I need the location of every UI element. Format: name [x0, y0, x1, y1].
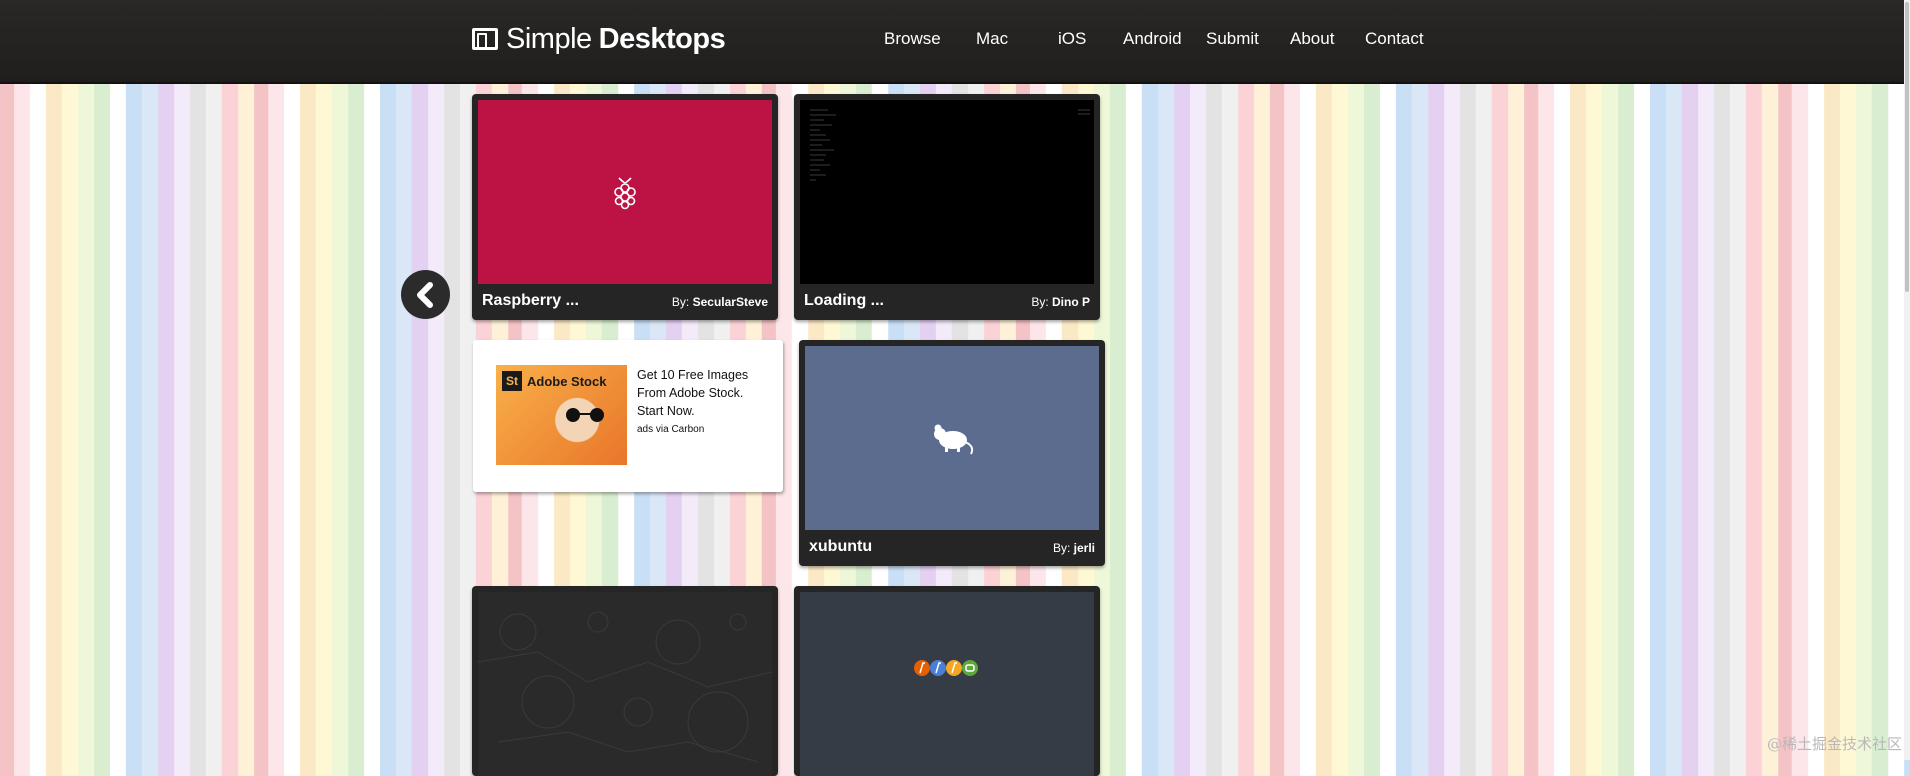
sunglasses-illustration — [566, 408, 604, 422]
author-name[interactable]: SecularSteve — [693, 295, 768, 309]
mouse-icon — [934, 424, 974, 455]
wallpaper-title[interactable]: Raspberry ... — [482, 292, 579, 310]
wallpaper-thumbnail[interactable] — [478, 100, 772, 284]
wallpaper-card[interactable] — [794, 586, 1100, 776]
author-prefix: By: — [1052, 541, 1071, 555]
wallpaper-thumbnail[interactable] — [800, 592, 1094, 776]
wallpaper-thumbnail[interactable] — [800, 100, 1094, 284]
nav-ios[interactable]: iOS — [1058, 29, 1086, 49]
raspberry-icon — [614, 177, 636, 210]
author-name[interactable]: jerli — [1074, 541, 1095, 555]
wallpaper-author[interactable]: By: jerli — [1053, 541, 1095, 555]
nav-mac[interactable]: Mac — [976, 29, 1008, 49]
terminal-text — [810, 109, 1090, 181]
nav-about[interactable]: About — [1290, 29, 1334, 49]
ad-via-carbon[interactable]: ads via Carbon — [637, 424, 704, 435]
chevron-left-icon — [416, 281, 433, 308]
author-prefix: By: — [1031, 295, 1049, 309]
logo-window-icon — [472, 28, 498, 50]
wallpaper-card[interactable]: Loading ... By: Dino P — [794, 94, 1100, 320]
nav-browse[interactable]: Browse — [884, 29, 941, 49]
adobe-stock-logo: St — [502, 371, 522, 391]
wallpaper-card[interactable]: xubuntu By: jerli — [799, 340, 1105, 566]
browser-logos — [914, 660, 978, 676]
wallpaper-author[interactable]: By: SecularSteve — [672, 295, 768, 309]
page-scrollbar[interactable] — [1904, 0, 1910, 760]
wallpaper-thumbnail[interactable] — [478, 592, 772, 776]
scrollbar-thumb[interactable] — [1905, 2, 1909, 292]
logo-text-desktops: Desktops — [598, 22, 726, 55]
astro-map-pattern — [478, 611, 772, 763]
wallpaper-title[interactable]: Loading ... — [804, 292, 884, 310]
wallpaper-thumbnail[interactable] — [805, 346, 1099, 530]
ad-text[interactable]: Get 10 Free Images From Adobe Stock. Sta… — [637, 366, 767, 420]
previous-page-button[interactable] — [401, 270, 450, 319]
author-name[interactable]: Dino P — [1052, 295, 1090, 309]
wallpaper-card[interactable]: Raspberry ... By: SecularSteve — [472, 94, 778, 320]
watermark: @稀土掘金技术社区 — [1766, 735, 1902, 753]
nav-submit[interactable]: Submit — [1206, 29, 1259, 49]
carbon-ad[interactable]: St Adobe Stock Get 10 Free Images From A… — [473, 340, 783, 492]
nav-android[interactable]: Android — [1123, 29, 1182, 49]
site-header: Simple Desktops Browse Mac iOS Android S… — [0, 0, 1904, 84]
nav-contact[interactable]: Contact — [1365, 29, 1424, 49]
wallpaper-card[interactable] — [472, 586, 778, 776]
wallpaper-author[interactable]: By: Dino P — [1031, 295, 1090, 309]
logo-text-simple: Simple — [506, 22, 592, 55]
ad-image[interactable]: St Adobe Stock — [496, 365, 627, 465]
wallpaper-title[interactable]: xubuntu — [809, 538, 872, 556]
adobe-stock-badge: St Adobe Stock — [502, 371, 606, 391]
adobe-stock-brand: Adobe Stock — [527, 373, 607, 389]
author-prefix: By: — [671, 295, 690, 309]
site-logo[interactable]: Simple Desktops — [472, 19, 726, 59]
